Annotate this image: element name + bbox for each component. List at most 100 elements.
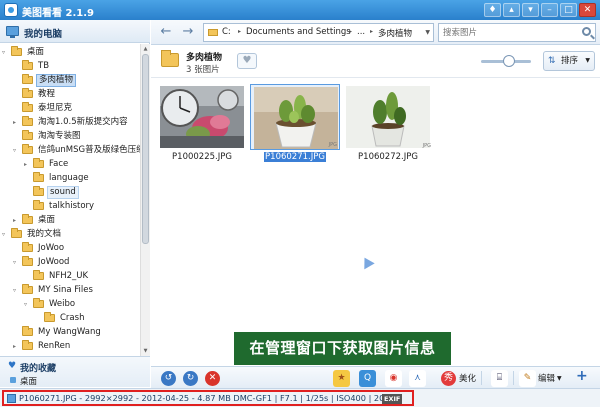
folder-icon [33, 270, 44, 280]
rotate-left-icon[interactable]: ↺ [161, 371, 176, 386]
exif-badge[interactable]: EXIF [382, 394, 403, 404]
thumbnail-image[interactable] [160, 86, 244, 148]
search-icon[interactable] [582, 27, 591, 36]
heart-icon: ♥ [8, 361, 17, 371]
thumbnail-label[interactable]: P1000225.JPG [157, 152, 247, 162]
tree-item[interactable]: ▸ Face [24, 158, 140, 171]
chevron-down-icon[interactable]: ▼ [425, 29, 430, 36]
image-count: 3 张图片 [186, 65, 220, 75]
collapse-arrow-icon[interactable]: ▿ [13, 284, 21, 297]
tree-item[interactable]: Crash [35, 312, 140, 325]
status-highlight-box: P1060271.JPG - 2992×2992 - 2012-04-25 - … [2, 390, 414, 406]
tree-scroll-thumb[interactable] [142, 54, 149, 244]
tree-item[interactable]: ▸ RenRen [13, 340, 140, 353]
tree-item[interactable]: 多肉植物 [13, 74, 140, 87]
thumbnail-card[interactable]: JPG [343, 84, 433, 150]
tree-item[interactable]: TB [13, 60, 140, 73]
expand-arrow-icon[interactable]: ▸ [13, 340, 21, 353]
thumbnail-label[interactable]: P1060272.JPG [343, 152, 433, 162]
tree-item-label: JoWood [38, 257, 70, 267]
favorite-item-desktop[interactable]: 桌面 [20, 375, 37, 387]
thumbnail-card[interactable] [157, 84, 247, 150]
edit-pen-icon[interactable]: ✎ [519, 370, 536, 387]
shirt-icon[interactable]: ▴ [503, 3, 520, 17]
close-button[interactable]: ✕ [579, 3, 596, 17]
folder-icon [22, 116, 33, 126]
scroll-up-icon[interactable]: ▲ [142, 45, 149, 53]
star-icon[interactable]: ★ [333, 370, 350, 387]
favorites-label[interactable]: 我的收藏 [20, 361, 56, 374]
file-type-tag: JPG [328, 142, 337, 148]
tree-item-label: language [49, 173, 89, 183]
tree-item[interactable]: ▿ JoWood [13, 256, 140, 269]
add-favorite-heart-icon[interactable]: ♥ [237, 53, 257, 69]
zoom-slider-thumb[interactable] [502, 55, 515, 67]
chevron-right-icon[interactable]: ▸ [370, 28, 373, 35]
tree-item-label: My WangWang [38, 327, 101, 337]
expand-arrow-icon[interactable]: ▸ [13, 116, 21, 129]
search-box[interactable] [438, 23, 596, 42]
scroll-down-icon[interactable]: ▼ [142, 347, 149, 355]
beautify-icon[interactable]: 秀 [441, 371, 456, 386]
tree-item[interactable]: ▸ 桌面 [13, 214, 140, 227]
collapse-arrow-icon[interactable]: ▿ [13, 144, 21, 157]
add-icon[interactable]: + [576, 368, 588, 384]
expand-arrow-icon[interactable]: ▸ [13, 214, 21, 227]
tree-item-label: Crash [60, 313, 85, 323]
menu-icon[interactable]: ▾ [522, 3, 539, 17]
rotate-right-icon[interactable]: ↻ [183, 371, 198, 386]
back-arrow-icon[interactable]: ← [157, 24, 175, 40]
tree-item[interactable]: 淘淘专装图 [13, 130, 140, 143]
beautify-label[interactable]: 美化 [459, 372, 476, 384]
chevron-down-icon[interactable]: ▼ [557, 375, 562, 382]
folder-icon [33, 172, 44, 182]
tree-item[interactable]: 教程 [13, 88, 140, 101]
sort-button[interactable]: ⇅ 排序 ▼ [543, 51, 595, 71]
delete-icon[interactable]: ✕ [205, 371, 220, 386]
chevron-right-icon[interactable]: ▸ [349, 28, 352, 35]
collapse-arrow-icon[interactable]: ▿ [2, 228, 10, 241]
tree-item[interactable]: ▸ 淘淘1.0.5新版提交内容 [13, 116, 140, 129]
collapse-arrow-icon[interactable]: ▿ [13, 256, 21, 269]
thumbnail-image[interactable] [254, 87, 338, 149]
weibo-share-icon[interactable]: ◉ [385, 370, 402, 387]
tree-scrollbar[interactable]: ▲ ▼ [140, 44, 150, 356]
thumbnail-card-selected[interactable]: JPG [250, 84, 340, 150]
tree-item[interactable]: NFH2_UK [24, 270, 140, 283]
folder-icon [11, 46, 22, 56]
tree-item[interactable]: ▿ Weibo [24, 298, 140, 311]
tree-item[interactable]: talkhistory [24, 200, 140, 213]
tree-item[interactable]: ▿ 信鸽unMSG普及版绿色压缩包 [13, 144, 140, 157]
address-segment[interactable]: Documents and Settings [246, 27, 351, 37]
tree-item[interactable]: ▿ 桌面 [2, 46, 140, 59]
collapse-arrow-icon[interactable]: ▿ [24, 298, 32, 311]
address-segment-current[interactable]: 多肉植物 [378, 27, 412, 39]
expand-arrow-icon[interactable]: ▸ [24, 158, 32, 171]
tree-item[interactable]: ▿ MY Sina Files [13, 284, 140, 297]
address-bar[interactable]: C: ▸ Documents and Settings ▸ ... ▸ 多肉植物… [203, 23, 434, 42]
qq-share-icon[interactable]: Q [359, 370, 376, 387]
thumbnail-image[interactable] [346, 86, 430, 148]
slideshow-icon[interactable]: ⌸ [491, 370, 508, 387]
address-segment[interactable]: ... [357, 27, 365, 37]
minimize-button[interactable]: – [541, 3, 558, 17]
forward-arrow-icon[interactable]: → [179, 24, 197, 40]
collapse-arrow-icon[interactable]: ▿ [2, 46, 10, 59]
search-input[interactable] [443, 26, 573, 39]
people-share-icon[interactable]: ⋏ [409, 370, 426, 387]
chevron-right-icon[interactable]: ▸ [238, 28, 241, 35]
tree-item[interactable]: JoWoo [13, 242, 140, 255]
thumbnail-label-selected[interactable]: P1060271.JPG [250, 152, 340, 162]
tree-item[interactable]: My WangWang [13, 326, 140, 339]
tree-item[interactable]: sound [24, 186, 140, 199]
maximize-button[interactable]: □ [560, 3, 577, 17]
address-toolbar: ← → C: ▸ Documents and Settings ▸ ... ▸ … [151, 20, 600, 45]
tree-item[interactable]: language [24, 172, 140, 185]
tree-item[interactable]: 泰坦尼克 [13, 102, 140, 115]
tree-item[interactable]: ▿ 我的文档 [2, 228, 140, 241]
edit-label[interactable]: 编辑 [538, 372, 555, 384]
my-computer-header[interactable]: 我的电脑 [0, 20, 150, 43]
address-drive[interactable]: C: [222, 27, 231, 37]
skin-icon[interactable]: ♦ [484, 3, 501, 17]
image-file-icon [7, 394, 16, 403]
